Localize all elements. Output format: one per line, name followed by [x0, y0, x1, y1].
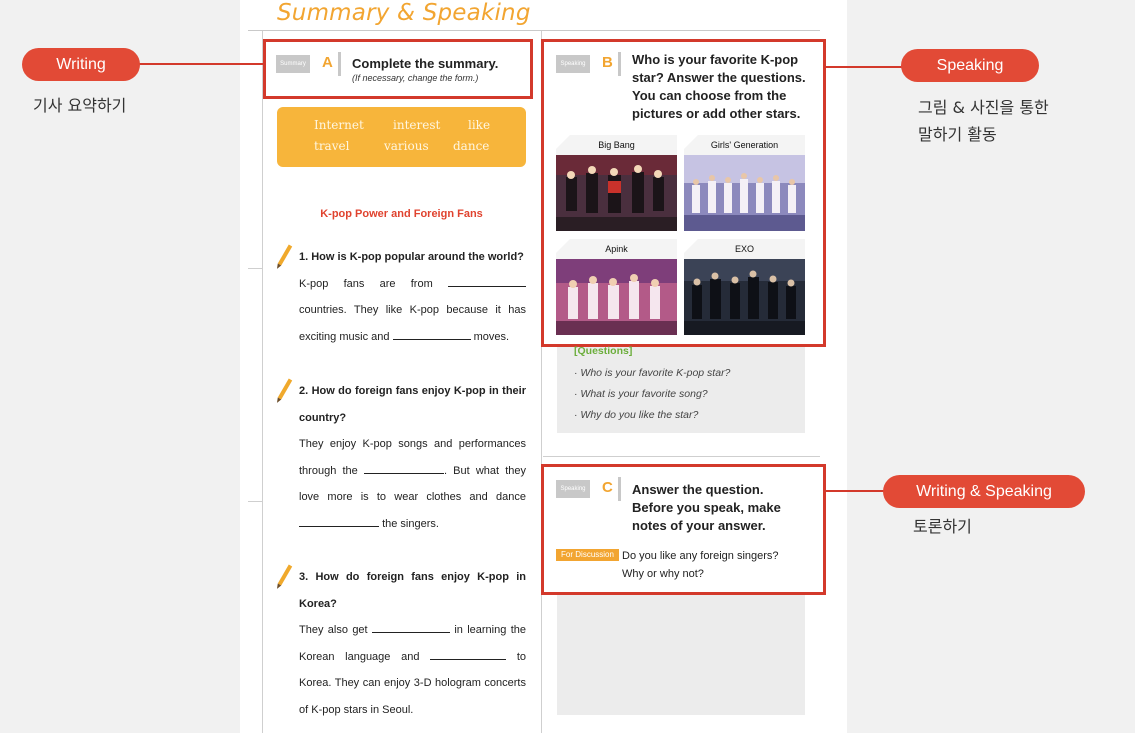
- instruction-line: star? Answer the questions.: [632, 70, 806, 85]
- question-text: 1. How is K-pop popular around the world…: [299, 251, 524, 263]
- summary-tag: Summary: [276, 55, 310, 73]
- section-letter: A: [322, 54, 333, 71]
- instruction-line: pictures or add other stars.: [632, 106, 801, 121]
- answer-blank[interactable]: [430, 658, 507, 660]
- writing-speaking-pill: Writing & Speaking: [883, 475, 1085, 508]
- star-card[interactable]: Girls' Generation: [684, 135, 805, 231]
- star-name: Girls' Generation: [684, 135, 805, 155]
- page-title: Summary & Speaking: [277, 0, 531, 26]
- questions-heading: [Questions]: [574, 345, 633, 357]
- word-item: dance: [453, 139, 490, 153]
- answer-text: They also get: [299, 624, 368, 636]
- answer-blank[interactable]: [448, 285, 527, 287]
- writing-speaking-leader-line: [826, 490, 886, 492]
- instruction-line: Answer the question.: [632, 482, 764, 497]
- writing-speaking-description: 토론하기: [913, 517, 972, 536]
- question-text: 2. How do foreign fans enjoy K-pop in th…: [299, 385, 526, 424]
- question-item: Why do you like the star?: [574, 405, 730, 426]
- speaking-leader-line: [826, 66, 904, 68]
- question-block: 3. How do foreign fans enjoy K-pop in Ko…: [299, 564, 526, 723]
- instruction-line: Before you speak, make: [632, 500, 781, 515]
- left-margin-rule: [262, 31, 263, 733]
- word-box: Internet interest like travel various da…: [277, 107, 526, 167]
- section-divider: [543, 456, 820, 457]
- writing-pill: Writing: [22, 48, 140, 81]
- discussion-line: Why or why not?: [622, 568, 704, 580]
- speaking-b-instruction: Who is your favorite K-pop star? Answer …: [632, 51, 806, 123]
- star-name: EXO: [684, 239, 805, 259]
- word-item: like: [468, 118, 491, 132]
- discussion-tag: For Discussion: [556, 549, 619, 561]
- speaking-tag: Speaking: [556, 55, 590, 73]
- answer-blank[interactable]: [363, 472, 444, 474]
- speaking-c-instruction: Answer the question. Before you speak, m…: [632, 481, 781, 535]
- summary-note: (If necessary, change the form.): [352, 73, 479, 83]
- answer-blank[interactable]: [371, 632, 450, 633]
- section-letter: B: [602, 54, 613, 71]
- answer-blank[interactable]: [299, 525, 379, 527]
- speaking-b-frame: Speaking B Who is your favorite K-pop st…: [541, 39, 826, 347]
- question-text: 3. How do foreign fans enjoy K-pop in Ko…: [299, 571, 526, 610]
- answer-text: K-pop fans are from: [299, 277, 433, 290]
- margin-tick: [248, 268, 262, 269]
- summary-instruction: Complete the summary.: [352, 56, 499, 71]
- star-name: Apink: [556, 239, 677, 259]
- discussion-question: Do you like any foreign singers? Why or …: [622, 547, 779, 583]
- word-item: interest: [393, 118, 441, 132]
- question-block: 1. How is K-pop popular around the world…: [299, 244, 527, 350]
- notes-panel: [557, 592, 805, 715]
- big-bang-photo: [556, 155, 677, 231]
- article-title: K-pop Power and Foreign Fans: [320, 208, 483, 220]
- discussion-line: Do you like any foreign singers?: [622, 550, 779, 562]
- section-letter: C: [602, 479, 613, 496]
- description-line: 말하기 활동: [918, 125, 997, 144]
- margin-tick: [248, 501, 262, 502]
- question-block: 2. How do foreign fans enjoy K-pop in th…: [299, 378, 526, 537]
- answer-blank[interactable]: [392, 338, 471, 340]
- writing-description: 기사 요약하기: [33, 96, 127, 115]
- summary-header-frame: Summary A Complete the summary. (If nece…: [263, 39, 533, 99]
- speaking-pill: Speaking: [901, 49, 1039, 82]
- word-item: various: [384, 139, 429, 153]
- star-card[interactable]: EXO: [684, 239, 805, 335]
- exo-photo: [684, 259, 805, 335]
- section-bar: [618, 477, 621, 501]
- word-item: travel: [314, 139, 350, 153]
- star-card[interactable]: Big Bang: [556, 135, 677, 231]
- question-item: Who is your favorite K-pop star?: [574, 363, 730, 384]
- answer-text: the singers.: [382, 517, 439, 530]
- speaking-tag: Speaking: [556, 480, 590, 498]
- description-line: 그림 & 사진을 통한: [918, 98, 1049, 117]
- question-item: What is your favorite song?: [574, 384, 730, 405]
- section-bar: [338, 52, 341, 76]
- girls-generation-photo: [684, 155, 805, 231]
- answer-text: moves.: [473, 330, 510, 343]
- instruction-line: You can choose from the: [632, 88, 787, 103]
- star-card[interactable]: Apink: [556, 239, 677, 335]
- instruction-line: notes of your answer.: [632, 518, 766, 533]
- speaking-questions: [Questions] Who is your favorite K-pop s…: [574, 345, 730, 426]
- writing-leader-line: [138, 63, 265, 65]
- top-divider: [248, 30, 820, 31]
- word-item: Internet: [314, 118, 364, 132]
- section-bar: [618, 52, 621, 76]
- apink-photo: [556, 259, 677, 335]
- instruction-line: Who is your favorite K-pop: [632, 52, 799, 67]
- star-name: Big Bang: [556, 135, 677, 155]
- speaking-description: 그림 & 사진을 통한 말하기 활동: [918, 94, 1049, 148]
